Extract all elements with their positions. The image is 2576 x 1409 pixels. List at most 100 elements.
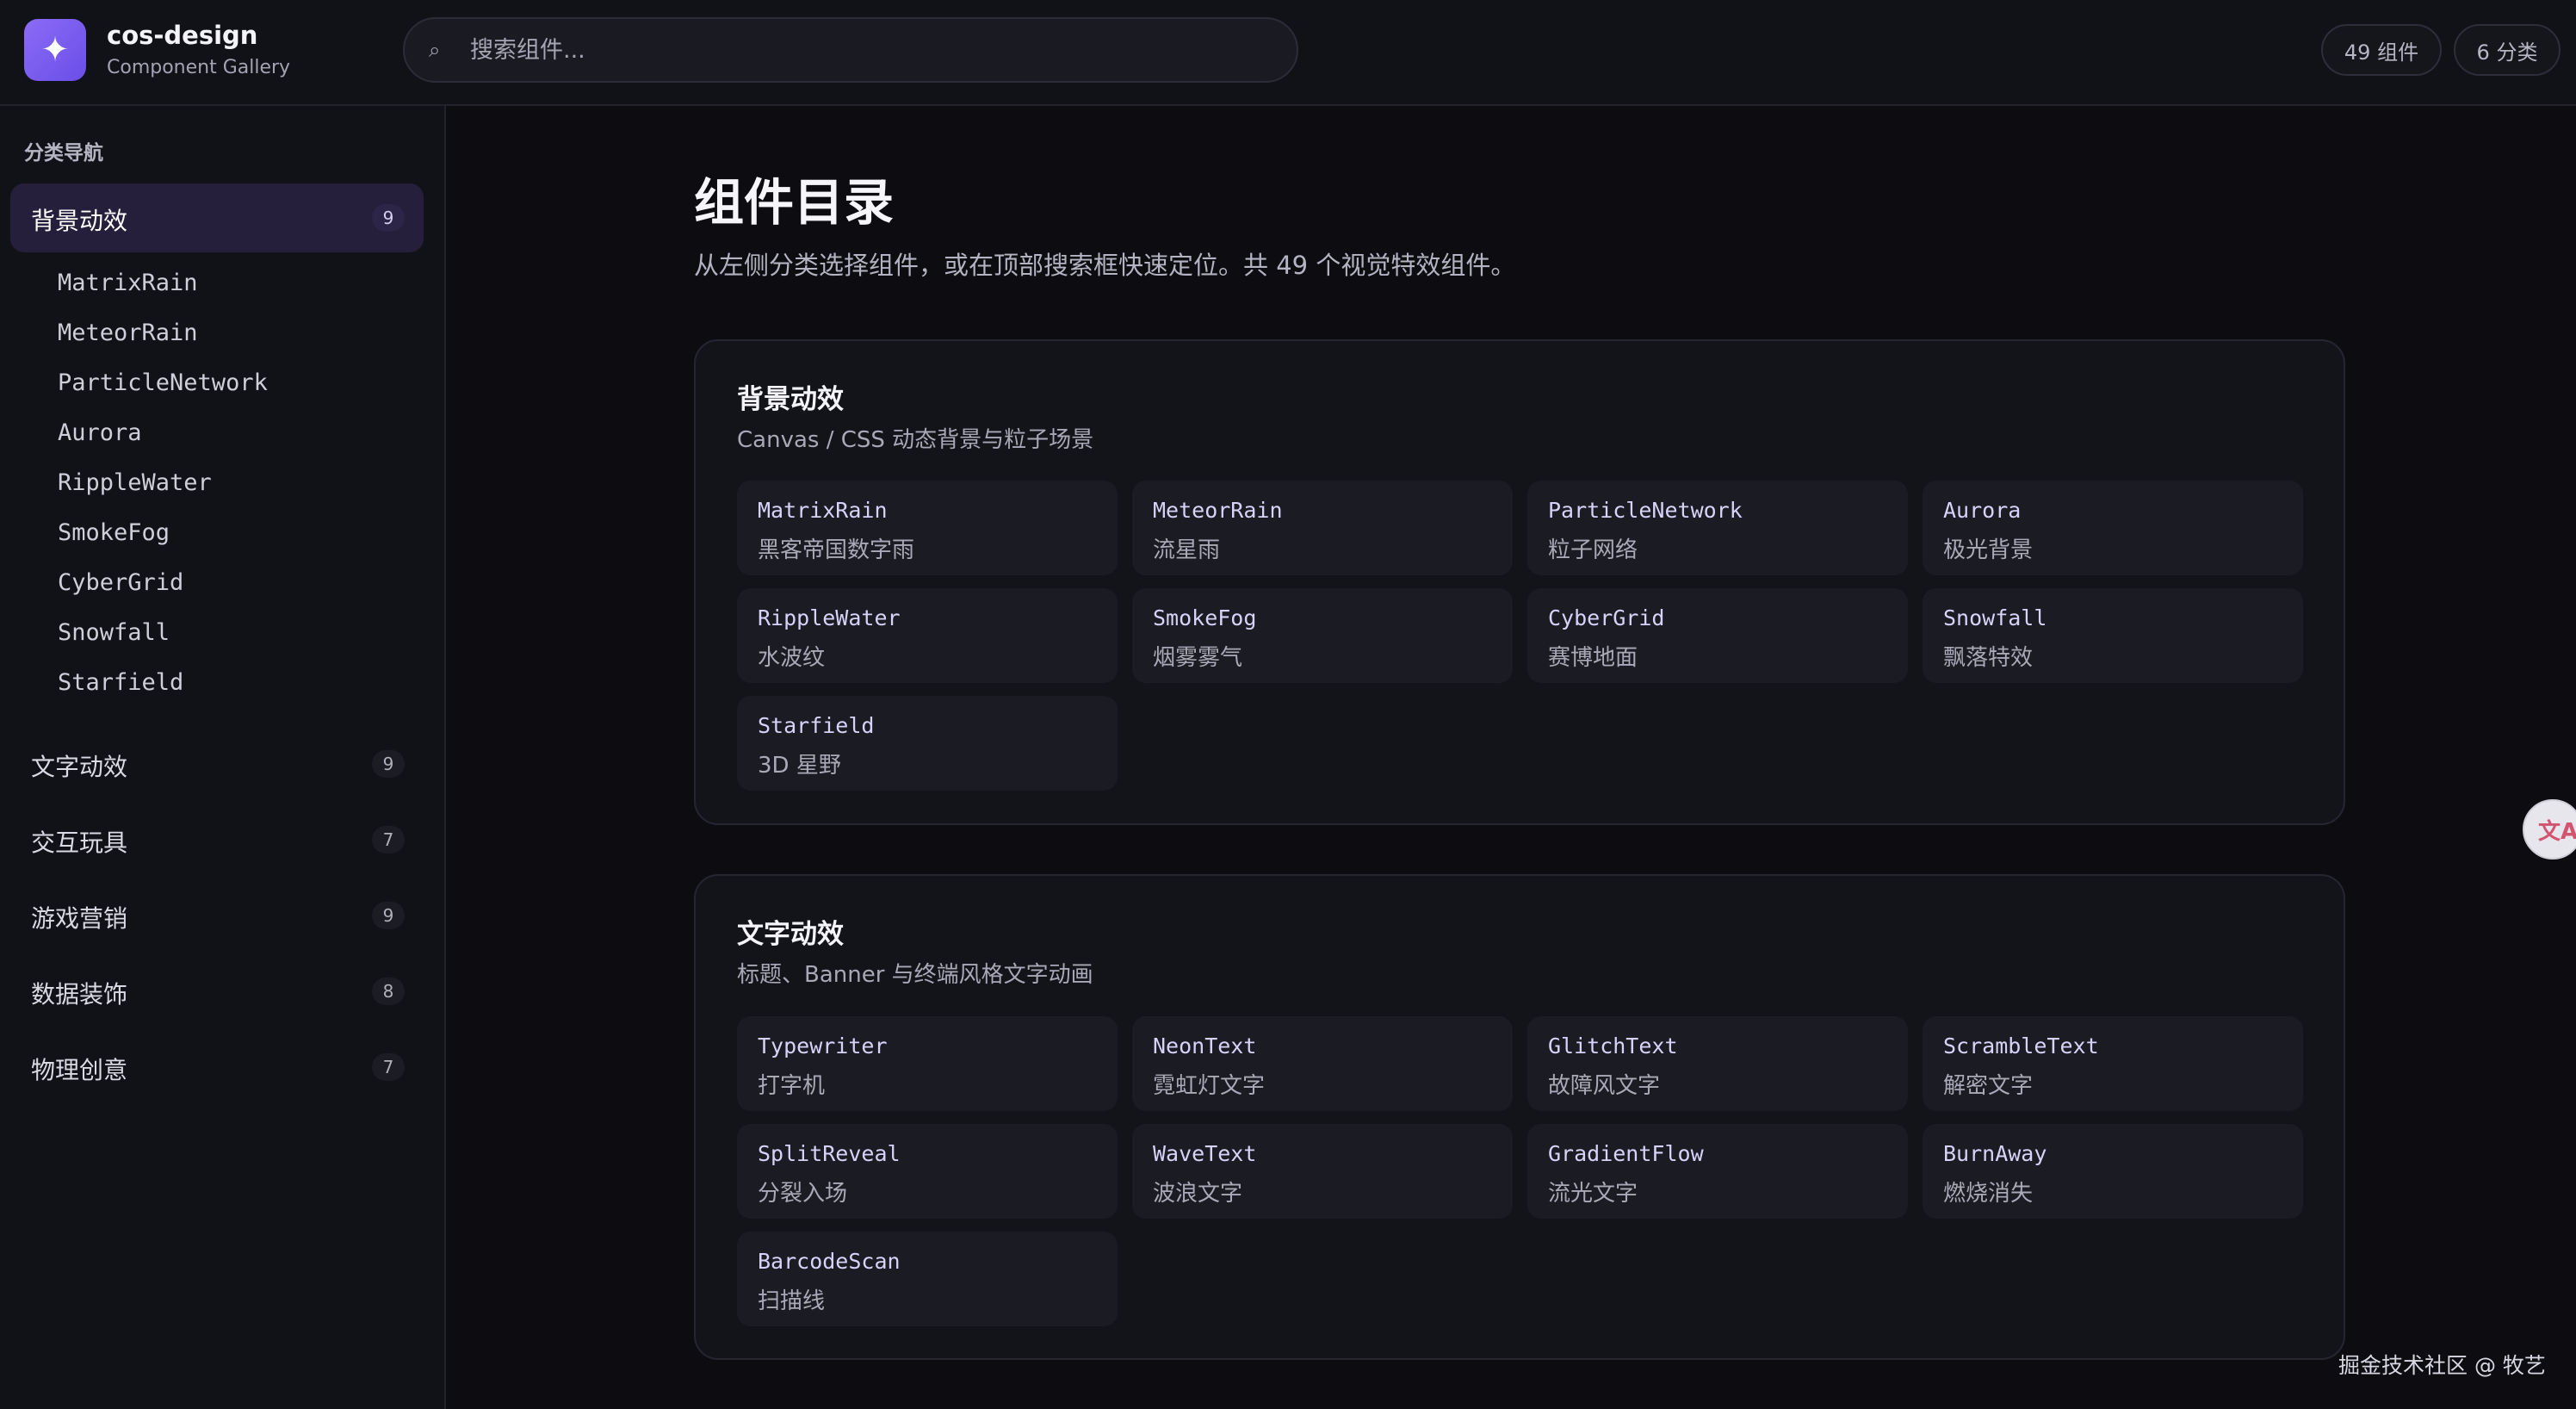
categories-count-badge: 6 分类 — [2454, 24, 2561, 76]
category-count-badge: 9 — [372, 902, 405, 929]
category-count-badge: 9 — [372, 204, 405, 232]
search-input[interactable] — [470, 31, 1262, 69]
component-card[interactable]: MeteorRain 流星雨 — [1132, 481, 1513, 575]
section-description: Canvas / CSS 动态背景与粒子场景 — [737, 427, 1094, 453]
component-cn-name: 解密文字 — [1943, 1073, 2034, 1099]
component-card[interactable]: NeonText 霓虹灯文字 — [1132, 1016, 1513, 1111]
component-name: NeonText — [1153, 1033, 1257, 1058]
brand-subtitle: Component Gallery — [107, 57, 291, 78]
category-count-badge: 7 — [372, 1053, 405, 1081]
search-bar[interactable]: ⌕ — [403, 17, 1298, 83]
component-card[interactable]: MatrixRain 黑客帝国数字雨 — [737, 481, 1118, 575]
component-name: ParticleNetwork — [1548, 498, 1743, 523]
component-card[interactable]: GradientFlow 流光文字 — [1527, 1124, 1908, 1219]
sidebar-item-ripplewater[interactable]: RippleWater — [58, 469, 212, 496]
category-label: 背景动效 — [31, 207, 128, 235]
watermark: 掘金技术社区 @ 牧艺 — [2338, 1353, 2546, 1378]
component-card[interactable]: ParticleNetwork 粒子网络 — [1527, 481, 1908, 575]
sidebar-item-matrixrain[interactable]: MatrixRain — [58, 270, 198, 296]
component-name: Aurora — [1943, 498, 2022, 523]
component-card[interactable]: BurnAway 燃烧消失 — [1923, 1124, 2303, 1219]
sidebar-item-smokefog[interactable]: SmokeFog — [58, 519, 170, 546]
component-cn-name: 扫描线 — [758, 1288, 826, 1314]
component-card[interactable]: ScrambleText 解密文字 — [1923, 1016, 2303, 1111]
component-name: MeteorRain — [1153, 498, 1283, 523]
category-label: 数据装饰 — [31, 980, 128, 1009]
component-cn-name: 燃烧消失 — [1943, 1181, 2034, 1207]
sidebar: 分类导航 背景动效 9 MatrixRain MeteorRain Partic… — [0, 106, 446, 1409]
sidebar-item-aurora[interactable]: Aurora — [58, 419, 142, 446]
search-icon: ⌕ — [429, 38, 441, 62]
component-cn-name: 赛博地面 — [1548, 645, 1638, 671]
component-name: SplitReveal — [758, 1141, 901, 1166]
category-label: 文字动效 — [31, 753, 128, 781]
category-count-badge: 7 — [372, 826, 405, 853]
category-label: 游戏营销 — [31, 904, 128, 933]
component-name: BurnAway — [1943, 1141, 2047, 1166]
component-card[interactable]: Aurora 极光背景 — [1923, 481, 2303, 575]
component-name: BarcodeScan — [758, 1249, 901, 1274]
top-header: ✦ cos-design Component Gallery ⌕ 49 组件 6… — [0, 0, 2576, 106]
section-title: 背景动效 — [737, 384, 844, 415]
component-cn-name: 故障风文字 — [1548, 1073, 1661, 1099]
component-cn-name: 波浪文字 — [1153, 1181, 1243, 1207]
component-cn-name: 黑客帝国数字雨 — [758, 537, 915, 563]
component-card[interactable]: SplitReveal 分裂入场 — [737, 1124, 1118, 1219]
component-card[interactable]: Snowfall 飘落特效 — [1923, 588, 2303, 683]
sidebar-category-physics-creative[interactable]: 物理创意 7 — [10, 1033, 424, 1102]
translate-icon[interactable]: 文A — [2523, 799, 2576, 860]
logo-icon[interactable]: ✦ — [24, 19, 86, 81]
component-cn-name: 烟雾雾气 — [1153, 645, 1243, 671]
page-title: 组件目录 — [694, 173, 895, 232]
component-card[interactable]: BarcodeScan 扫描线 — [737, 1232, 1118, 1326]
component-cn-name: 打字机 — [758, 1073, 826, 1099]
component-card[interactable]: Starfield 3D 星野 — [737, 696, 1118, 791]
page-description: 从左侧分类选择组件，或在顶部搜索框快速定位。共 49 个视觉特效组件。 — [694, 251, 1516, 280]
sidebar-item-starfield[interactable]: Starfield — [58, 669, 183, 696]
component-name: WaveText — [1153, 1141, 1257, 1166]
brand-name: cos-design — [107, 21, 258, 50]
component-cn-name: 流星雨 — [1153, 537, 1221, 563]
component-cn-name: 极光背景 — [1943, 537, 2034, 563]
component-name: Starfield — [758, 713, 875, 738]
component-name: GlitchText — [1548, 1033, 1678, 1058]
category-count-badge: 9 — [372, 750, 405, 778]
component-card[interactable]: CyberGrid 赛博地面 — [1527, 588, 1908, 683]
sidebar-category-interactive-toys[interactable]: 交互玩具 7 — [10, 805, 424, 874]
component-cn-name: 粒子网络 — [1548, 537, 1638, 563]
sidebar-category-data-decoration[interactable]: 数据装饰 8 — [10, 957, 424, 1026]
sidebar-category-background[interactable]: 背景动效 9 — [10, 183, 424, 252]
component-cn-name: 飘落特效 — [1943, 645, 2034, 671]
sidebar-item-snowfall[interactable]: Snowfall — [58, 619, 170, 646]
sidebar-item-meteorrain[interactable]: MeteorRain — [58, 320, 198, 346]
component-cn-name: 3D 星野 — [758, 753, 841, 779]
category-count-badge: 8 — [372, 978, 405, 1005]
component-card[interactable]: GlitchText 故障风文字 — [1527, 1016, 1908, 1111]
components-count-badge: 49 组件 — [2321, 24, 2442, 76]
section-text-effects: 文字动效 标题、Banner 与终端风格文字动画 Typewriter 打字机 … — [694, 874, 2345, 1360]
sidebar-item-particlenetwork[interactable]: ParticleNetwork — [58, 369, 268, 396]
category-label: 交互玩具 — [31, 829, 128, 857]
component-cn-name: 水波纹 — [758, 645, 826, 671]
component-name: ScrambleText — [1943, 1033, 2099, 1058]
sidebar-heading: 分类导航 — [24, 142, 103, 164]
sidebar-item-cybergrid[interactable]: CyberGrid — [58, 569, 183, 596]
section-description: 标题、Banner 与终端风格文字动画 — [737, 962, 1093, 988]
component-name: RippleWater — [758, 605, 901, 630]
component-name: GradientFlow — [1548, 1141, 1704, 1166]
component-name: MatrixRain — [758, 498, 888, 523]
sidebar-category-text[interactable]: 文字动效 9 — [10, 729, 424, 798]
component-card[interactable]: Typewriter 打字机 — [737, 1016, 1118, 1111]
component-cn-name: 霓虹灯文字 — [1153, 1073, 1266, 1099]
component-cn-name: 分裂入场 — [758, 1181, 848, 1207]
section-background-effects: 背景动效 Canvas / CSS 动态背景与粒子场景 MatrixRain 黑… — [694, 339, 2345, 825]
sidebar-category-game-marketing[interactable]: 游戏营销 9 — [10, 881, 424, 950]
component-card[interactable]: SmokeFog 烟雾雾气 — [1132, 588, 1513, 683]
component-card[interactable]: WaveText 波浪文字 — [1132, 1124, 1513, 1219]
category-label: 物理创意 — [31, 1056, 128, 1084]
component-name: SmokeFog — [1153, 605, 1257, 630]
component-name: Snowfall — [1943, 605, 2047, 630]
component-name: CyberGrid — [1548, 605, 1665, 630]
component-card[interactable]: RippleWater 水波纹 — [737, 588, 1118, 683]
component-cn-name: 流光文字 — [1548, 1181, 1638, 1207]
